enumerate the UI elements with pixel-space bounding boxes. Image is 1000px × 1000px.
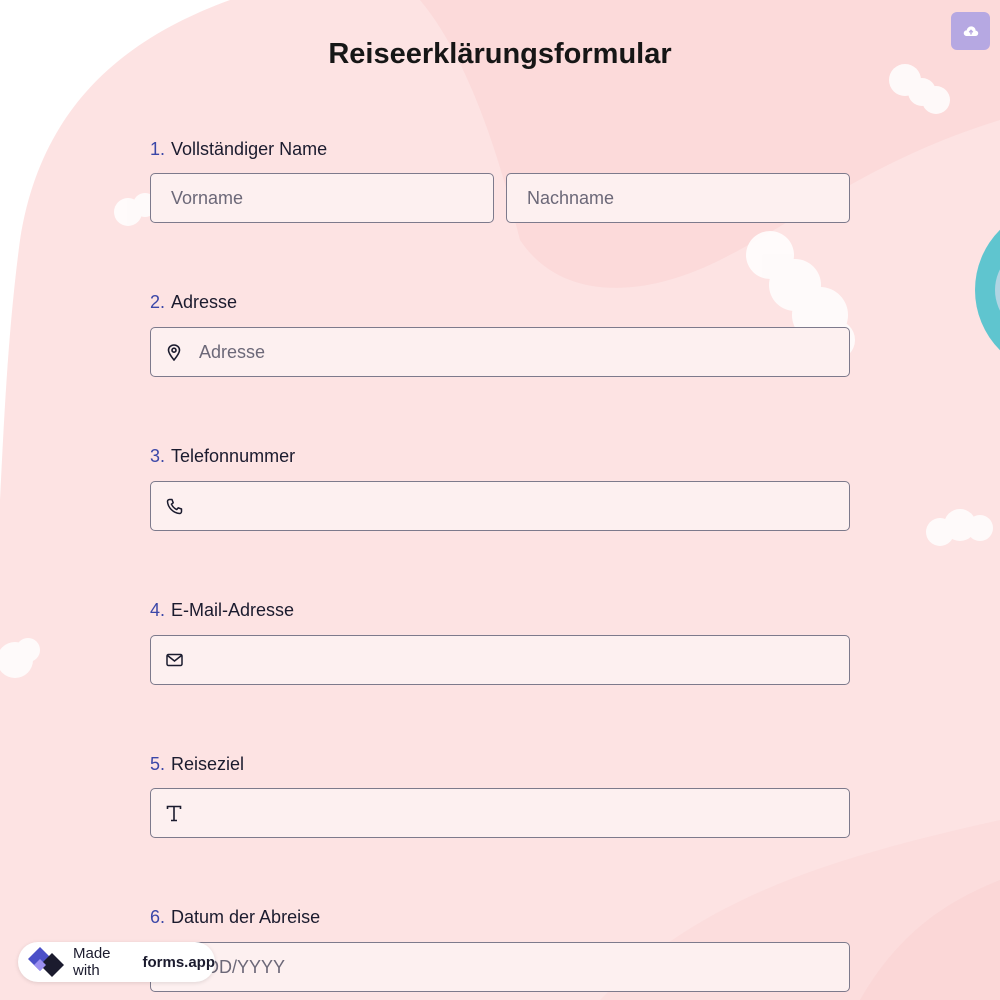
question-address: 2. Adresse Adresse	[150, 290, 850, 377]
question-number: 4.	[150, 600, 166, 620]
made-with-formsapp-badge[interactable]: Made with forms.app	[18, 942, 215, 982]
question-number: 2.	[150, 292, 166, 312]
envelope-icon	[165, 651, 183, 669]
question-departure-date: 6. Datum der Abreise MM/DD/YYYY	[150, 905, 850, 992]
badge-brand: forms.app	[142, 953, 215, 971]
map-pin-icon	[165, 343, 183, 361]
question-destination: 5. Reiseziel	[150, 752, 850, 838]
question-number: 1.	[150, 139, 166, 159]
text-type-icon	[165, 804, 183, 822]
question-label: 2. Adresse	[150, 290, 850, 314]
departure-date-input[interactable]: MM/DD/YYYY	[150, 942, 850, 992]
question-label: 1. Vollständiger Name	[150, 137, 850, 161]
question-label: 4. E-Mail-Adresse	[150, 598, 850, 622]
address-input[interactable]: Adresse	[150, 327, 850, 377]
question-text: E-Mail-Adresse	[171, 600, 295, 620]
question-text: Vollständiger Name	[171, 139, 328, 159]
last-name-placeholder: Nachname	[527, 187, 615, 208]
question-label: 5. Reiseziel	[150, 752, 850, 776]
last-name-input[interactable]: Nachname	[506, 173, 850, 223]
email-input[interactable]	[150, 635, 850, 685]
destination-input[interactable]	[150, 788, 850, 838]
question-label: 6. Datum der Abreise	[150, 905, 850, 929]
question-text: Reiseziel	[171, 754, 245, 774]
first-name-placeholder: Vorname	[171, 187, 244, 208]
first-name-input[interactable]: Vorname	[150, 173, 494, 223]
question-email: 4. E-Mail-Adresse	[150, 598, 850, 685]
address-placeholder: Adresse	[199, 341, 266, 362]
cloud-upload-icon	[963, 25, 979, 37]
question-number: 6.	[150, 907, 166, 927]
question-phone: 3. Telefonnummer	[150, 444, 850, 531]
question-text: Datum der Abreise	[171, 907, 321, 927]
question-number: 3.	[150, 446, 166, 466]
formsapp-logo-icon	[26, 945, 66, 979]
page-title: Reiseerklärungsformular	[328, 38, 672, 70]
question-text: Adresse	[171, 292, 238, 312]
phone-input[interactable]	[150, 481, 850, 531]
question-text: Telefonnummer	[171, 446, 296, 466]
badge-prefix: Made with	[73, 945, 111, 979]
question-number: 5.	[150, 754, 166, 774]
question-label: 3. Telefonnummer	[150, 444, 850, 468]
question-full-name: 1. Vollständiger Name Vorname Nachname	[150, 137, 850, 223]
save-progress-button[interactable]	[951, 12, 990, 50]
phone-icon	[165, 497, 183, 515]
